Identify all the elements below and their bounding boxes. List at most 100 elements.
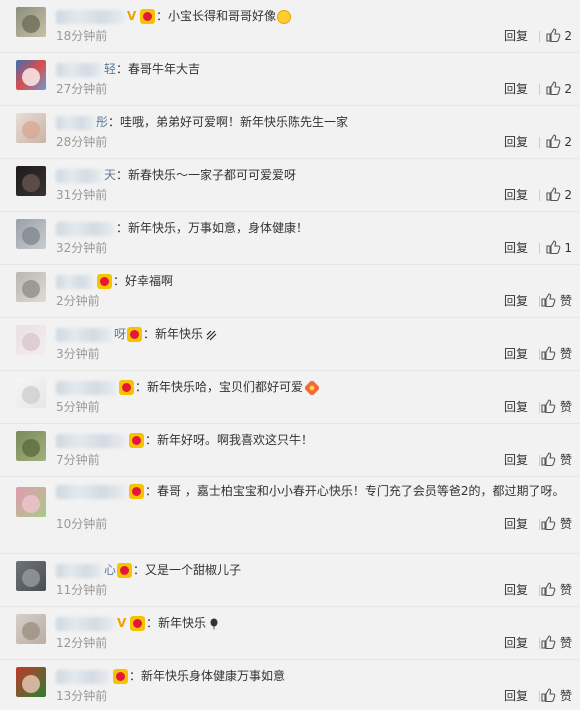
comment-text: ：春哥 ，嘉士柏宝宝和小小春开心快乐！专门充了会员等爸2的，都过期了呀。 (145, 484, 565, 498)
like-count: 赞 (559, 294, 572, 308)
username-end[interactable]: 心 (104, 563, 116, 577)
like-button[interactable]: 2 (545, 133, 572, 150)
comment-text: ：又是一个甜椒儿子 (133, 563, 242, 577)
reply-button[interactable]: 回复 (504, 453, 528, 467)
like-button[interactable]: 赞 (540, 581, 572, 598)
reply-button[interactable]: 回复 (504, 689, 528, 703)
divider (539, 190, 540, 201)
avatar[interactable] (16, 219, 46, 249)
like-count: 赞 (559, 517, 572, 531)
username[interactable] (56, 115, 94, 130)
like-button[interactable]: 2 (545, 27, 572, 44)
comment-text-line: 彤：哇哦，弟弟好可爱啊！新年快乐陈先生一家 (56, 114, 560, 130)
avatar[interactable] (16, 378, 46, 408)
reply-button[interactable]: 回复 (504, 29, 528, 43)
avatar[interactable] (16, 614, 46, 644)
comment-text: ：新年快乐，万事如意，身体健康！ (116, 221, 309, 235)
comment-time: 18分钟前 (56, 29, 108, 43)
username-end[interactable]: 轻 (104, 62, 116, 76)
like-button[interactable]: 赞 (540, 292, 572, 309)
comment-text: ：新春快乐～一家子都可可爱爱呀 (116, 168, 297, 182)
avatar[interactable] (16, 325, 46, 355)
like-button[interactable]: 2 (545, 80, 572, 97)
comment-text-line: ：春哥 ，嘉士柏宝宝和小小春开心快乐！专门充了会员等爸2的，都过期了呀。 (56, 481, 568, 501)
reply-button[interactable]: 回复 (504, 400, 528, 414)
thumbs-up-icon (541, 346, 556, 361)
comment-time: 28分钟前 (56, 135, 108, 149)
like-count: 2 (564, 82, 572, 96)
thumbs-up-icon (545, 240, 560, 255)
like-button[interactable]: 赞 (540, 515, 572, 532)
username[interactable] (56, 221, 114, 236)
comment-text: ：好幸福啊 (113, 274, 174, 288)
comment-text: ：新年快乐哈，宝贝们都好可爱 (135, 380, 304, 394)
member-badge-icon (117, 563, 133, 578)
comment-time: 7分钟前 (56, 453, 100, 467)
username[interactable] (56, 616, 114, 631)
reply-button[interactable]: 回复 (504, 636, 528, 650)
username[interactable] (56, 669, 110, 684)
comment-item: V ：小宝长得和哥哥好像 18分钟前 回复 2 (0, 0, 580, 53)
thumbs-up-icon (541, 293, 556, 308)
avatar[interactable] (16, 7, 46, 37)
username[interactable] (56, 563, 102, 578)
avatar[interactable] (16, 667, 46, 697)
thumbs-up-icon (541, 399, 556, 414)
avatar[interactable] (16, 60, 46, 90)
comment-text: ：小宝长得和哥哥好像 (156, 9, 277, 23)
reply-button[interactable]: 回复 (504, 241, 528, 255)
comment-text-line: 轻：春哥牛年大吉 (56, 61, 560, 77)
like-count: 赞 (559, 400, 572, 414)
reply-button[interactable]: 回复 (504, 517, 528, 531)
like-button[interactable]: 赞 (540, 451, 572, 468)
username[interactable] (56, 484, 126, 499)
username[interactable] (56, 62, 102, 77)
like-count: 1 (564, 241, 572, 255)
username[interactable] (56, 274, 94, 289)
member-badge-icon (119, 380, 134, 395)
like-button[interactable]: 2 (545, 186, 572, 203)
like-button[interactable]: 赞 (540, 398, 572, 415)
username[interactable] (56, 168, 102, 183)
like-count: 赞 (559, 689, 572, 703)
username-end[interactable]: 呀 (114, 327, 126, 341)
thumbs-up-icon (541, 452, 556, 467)
comment-text-line: V ：新年快乐 (56, 615, 560, 631)
avatar[interactable] (16, 113, 46, 143)
like-button[interactable]: 赞 (540, 345, 572, 362)
reply-button[interactable]: 回复 (504, 294, 528, 308)
username[interactable] (56, 327, 112, 342)
avatar[interactable] (16, 431, 46, 461)
avatar[interactable] (16, 166, 46, 196)
comment-time: 3分钟前 (56, 347, 100, 361)
reply-button[interactable]: 回复 (504, 135, 528, 149)
reply-button[interactable]: 回复 (504, 347, 528, 361)
thumbs-up-icon (541, 688, 556, 703)
comment-text: ：春哥牛年大吉 (116, 62, 201, 76)
divider (539, 84, 540, 95)
comment-item: V ：新年快乐 12分钟前 回复 赞 (0, 607, 580, 660)
username[interactable] (56, 9, 124, 24)
comment-time: 13分钟前 (56, 689, 108, 703)
like-button[interactable]: 赞 (540, 687, 572, 704)
comment-item: ：新年快乐身体健康万事如意 13分钟前 回复 赞 (0, 660, 580, 710)
like-button[interactable]: 1 (545, 239, 572, 256)
username[interactable] (56, 380, 116, 395)
username-end[interactable]: 天 (104, 168, 116, 182)
reply-button[interactable]: 回复 (504, 583, 528, 597)
avatar[interactable] (16, 487, 46, 517)
reply-button[interactable]: 回复 (504, 188, 528, 202)
comment-text-line: ：新年快乐，万事如意，身体健康！ (56, 220, 560, 236)
thumbs-up-icon (545, 134, 560, 149)
member-badge-icon (130, 616, 145, 631)
divider (539, 137, 540, 148)
like-button[interactable]: 赞 (540, 634, 572, 651)
comment-item: 天：新春快乐～一家子都可可爱爱呀 31分钟前 回复 2 (0, 159, 580, 212)
username[interactable] (56, 433, 126, 448)
comment-text-line: V ：小宝长得和哥哥好像 (56, 8, 560, 24)
username-end[interactable]: 彤 (96, 115, 108, 129)
avatar[interactable] (16, 561, 46, 591)
avatar[interactable] (16, 272, 46, 302)
reply-button[interactable]: 回复 (504, 82, 528, 96)
comment-item: 彤：哇哦，弟弟好可爱啊！新年快乐陈先生一家 28分钟前 回复 2 (0, 106, 580, 159)
